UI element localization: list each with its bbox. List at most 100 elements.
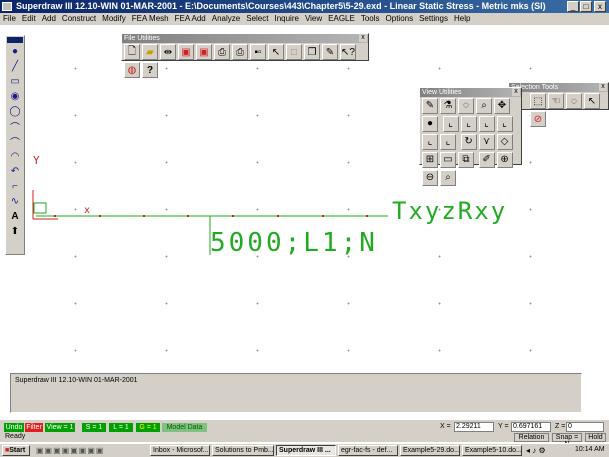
set-button[interactable]: S = 1 (82, 423, 106, 432)
view-side-icon[interactable]: ⌞ (440, 134, 456, 150)
pen-icon[interactable]: ✎ (322, 44, 338, 60)
sphere-icon[interactable]: ● (422, 116, 438, 132)
select-box-icon[interactable]: ⬚ (530, 93, 546, 109)
zoom-in-icon[interactable]: ⊕ (496, 152, 513, 168)
command-output[interactable]: Superdraw III 12.10-WIN 01-MAR-2001 (10, 373, 582, 413)
fit-icon[interactable]: ▭ (440, 152, 456, 168)
toolbar-grip[interactable] (7, 37, 23, 43)
rectangle-icon[interactable]: ▭ (7, 74, 23, 88)
menu-select[interactable]: Select (243, 13, 271, 25)
y-coord-field[interactable]: 0.697161 (511, 422, 551, 432)
text-icon[interactable]: A (7, 209, 23, 223)
arc-icon[interactable]: ⌒ (7, 119, 23, 134)
arc-fillet-icon[interactable]: ↶ (7, 164, 23, 178)
arc-three-point-icon[interactable]: ⌒ (7, 134, 23, 149)
zoom-window-icon[interactable]: ⌕ (440, 170, 456, 186)
dynamic-icon[interactable]: ⊞ (422, 152, 438, 168)
hold-button[interactable]: Hold (585, 433, 606, 442)
layer-button[interactable]: L = 1 (109, 423, 133, 432)
open-icon[interactable]: ▰ (142, 44, 158, 60)
snapshot-icon[interactable]: ◍ (124, 62, 140, 78)
view-iso-icon[interactable]: ⌞ (496, 116, 513, 132)
maximize-button[interactable]: □ (580, 1, 592, 12)
point-icon[interactable]: ● (7, 44, 23, 58)
task-example5-10[interactable]: Example5-10.do... (462, 445, 522, 456)
circle-icon[interactable]: ◯ (7, 104, 23, 118)
rotate-icon[interactable]: ↻ (460, 134, 477, 150)
task-superdraw[interactable]: Superdraw III ... (276, 445, 336, 456)
menu-modify[interactable]: Modify (99, 13, 129, 25)
pan-icon[interactable]: ✥ (494, 98, 510, 114)
menu-inquire[interactable]: Inquire (271, 13, 301, 25)
camera-icon[interactable]: ▪▫ (250, 44, 266, 60)
plot-icon[interactable]: ⎙ (232, 44, 248, 60)
menu-settings[interactable]: Settings (416, 13, 451, 25)
axis-icon[interactable]: ⋎ (478, 134, 495, 150)
zoom-icon[interactable]: ⌕ (476, 98, 492, 114)
x-coord-field[interactable]: 2.29211 (454, 422, 494, 432)
close-button[interactable]: x (594, 1, 606, 12)
undo-button[interactable]: Undo (4, 423, 24, 432)
z-coord-field[interactable]: 0 (566, 422, 604, 432)
cube-icon[interactable]: ⧉ (458, 152, 474, 168)
zoom-out-icon[interactable]: ⊖ (422, 170, 438, 186)
start-button[interactable]: ■Start (2, 445, 30, 456)
quick-launch-icons[interactable]: ▣▣▣▣▣▣▣▣ (36, 446, 104, 455)
filter-button[interactable]: Filter (25, 423, 43, 432)
fillet-icon[interactable]: ⌐ (7, 179, 23, 193)
selection-tools-title[interactable]: Selection Tools x (509, 83, 608, 92)
file-utilities-close-button[interactable]: x (359, 34, 367, 42)
merge-icon[interactable]: ⇹ (160, 44, 176, 60)
print-icon[interactable]: ⎙ (214, 44, 230, 60)
app-icon[interactable] (2, 2, 12, 11)
menu-eagle[interactable]: EAGLE (325, 13, 358, 25)
arrow-up-icon[interactable]: ⬆ (7, 224, 23, 238)
selection-tools-close-button[interactable]: x (599, 83, 607, 91)
system-tray-icons[interactable]: ◂ ♪ ⚙ (526, 446, 546, 455)
dash-circle-icon[interactable]: ◌ (458, 98, 474, 114)
menu-fea-mesh[interactable]: FEA Mesh (129, 13, 172, 25)
save-as-icon[interactable]: ▣ (196, 44, 212, 60)
group-button[interactable]: G = 1 (136, 423, 160, 432)
flask-icon[interactable]: ⚗ (440, 98, 456, 114)
task-solutions[interactable]: Solutions to Pmb... (212, 445, 274, 456)
arc-tangent-icon[interactable]: ◠ (7, 149, 23, 163)
view-utilities-title[interactable]: View Utilities x (420, 88, 521, 97)
menu-view[interactable]: View (302, 13, 325, 25)
minimize-button[interactable]: _ (567, 1, 579, 12)
task-egr-fac[interactable]: egr-fac-fs - def... (338, 445, 398, 456)
view-top-icon[interactable]: ⌞ (422, 134, 438, 150)
spline-icon[interactable]: ∿ (7, 194, 23, 208)
task-inbox[interactable]: Inbox - Microsof... (150, 445, 210, 456)
model-data-button[interactable]: Model Data (162, 423, 207, 432)
select-pointer-icon[interactable]: ↖ (584, 93, 600, 109)
new-icon[interactable]: 🗋 (124, 44, 140, 60)
task-example5-29[interactable]: Example5-29.do... (400, 445, 460, 456)
menu-analyze[interactable]: Analyze (209, 13, 243, 25)
menu-file[interactable]: File (0, 13, 19, 25)
pen-icon[interactable]: ✎ (422, 98, 438, 114)
select-hand-icon[interactable]: ☜ (548, 93, 564, 109)
view-yz-icon[interactable]: ⌞ (460, 116, 477, 132)
menu-construct[interactable]: Construct (59, 13, 99, 25)
pencil-icon[interactable]: ✐ (478, 152, 495, 168)
line-icon[interactable]: ╱ (7, 59, 23, 73)
pointer-icon[interactable]: ↖ (268, 44, 284, 60)
view-xy-icon[interactable]: ⌞ (442, 116, 459, 132)
circle-center-icon[interactable]: ◉ (7, 89, 23, 103)
help-icon[interactable]: ? (142, 62, 158, 78)
menu-edit[interactable]: Edit (19, 13, 39, 25)
menu-fea-add[interactable]: FEA Add (172, 13, 209, 25)
select-lasso-icon[interactable]: ◌ (566, 93, 582, 109)
relation-button[interactable]: Relation (514, 433, 549, 442)
deselect-icon[interactable]: ⊘ (530, 111, 546, 127)
file-utilities-title[interactable]: File Utilities x (122, 34, 368, 43)
snap-button[interactable]: Snap = N (552, 433, 582, 448)
menu-add[interactable]: Add (39, 13, 59, 25)
menu-tools[interactable]: Tools (358, 13, 383, 25)
help-select-icon[interactable]: ↖? (340, 44, 356, 60)
save-icon[interactable]: ▣ (178, 44, 194, 60)
copy-icon[interactable]: ❐ (304, 44, 320, 60)
blank-icon[interactable]: □ (286, 44, 302, 60)
view-utilities-close-button[interactable]: x (512, 88, 520, 96)
